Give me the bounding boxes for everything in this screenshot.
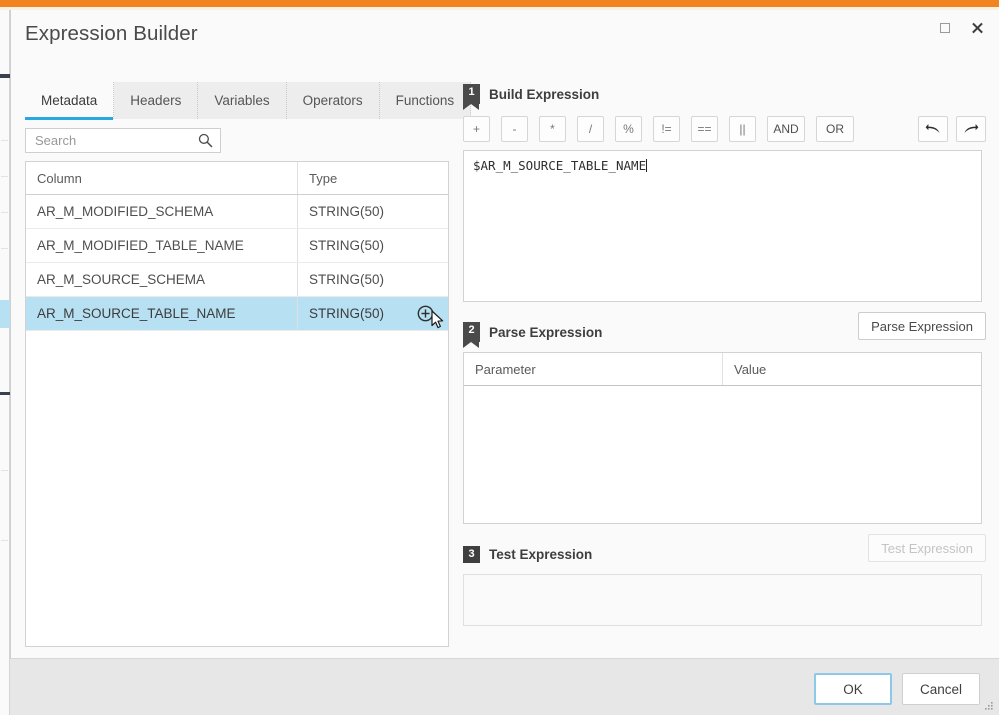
dialog-footer: OK Cancel <box>10 658 999 715</box>
top-accent-bar <box>0 0 999 7</box>
expression-builder-dialog: Expression Builder Metadata Headers Vari… <box>10 10 999 658</box>
search-input[interactable] <box>33 129 193 152</box>
metadata-panel: Metadata Headers Variables Operators Fun… <box>25 82 472 648</box>
operator-button-divide[interactable]: / <box>577 116 604 142</box>
tab-variables[interactable]: Variables <box>198 82 287 119</box>
background-app-strip <box>0 0 10 715</box>
parse-results-table: Parameter Value <box>463 352 982 524</box>
operator-button-or[interactable]: OR <box>816 116 854 142</box>
parse-expression-button[interactable]: Parse Expression <box>858 312 986 340</box>
operator-button-concat[interactable]: || <box>729 116 756 142</box>
tab-headers[interactable]: Headers <box>114 82 199 119</box>
page-title: Expression Builder <box>25 22 198 45</box>
ok-button[interactable]: OK <box>814 673 892 705</box>
dialog-title-bar: Expression Builder <box>11 10 999 68</box>
table-row[interactable]: AR_M_SOURCE_SCHEMA STRING(50) <box>26 263 448 297</box>
parse-results-header: Parameter Value <box>464 353 981 386</box>
step-2-badge: 2 <box>463 322 480 348</box>
table-row[interactable]: AR_M_MODIFIED_TABLE_NAME STRING(50) <box>26 229 448 263</box>
metadata-grid: Column Type AR_M_MODIFIED_SCHEMA STRING(… <box>25 161 449 647</box>
tab-bar: Metadata Headers Variables Operators Fun… <box>25 82 472 120</box>
column-header-column: Column <box>26 162 298 194</box>
expression-panel: 1 Build Expression + - * / % != == || AN… <box>463 82 986 648</box>
test-expression-action: Test Expression <box>868 534 986 562</box>
operator-button-and[interactable]: AND <box>767 116 805 142</box>
operator-button-multiply[interactable]: * <box>539 116 566 142</box>
close-icon <box>971 22 984 35</box>
expression-builder-screen: Expression Builder Metadata Headers Vari… <box>0 0 999 715</box>
test-expression-button[interactable]: Test Expression <box>868 534 986 562</box>
tab-metadata[interactable]: Metadata <box>25 82 115 120</box>
operator-button-not-equal[interactable]: != <box>653 116 680 142</box>
tab-variables-label: Variables <box>214 93 270 108</box>
search-icon[interactable] <box>198 133 213 148</box>
dialog-body: Metadata Headers Variables Operators Fun… <box>11 68 999 658</box>
tab-headers-label: Headers <box>130 93 182 108</box>
footer-buttons: OK Cancel <box>814 673 980 705</box>
operator-button-plus[interactable]: + <box>463 116 490 142</box>
tab-functions-label: Functions <box>395 93 455 108</box>
row-column-type: STRING(50) <box>309 204 385 219</box>
operator-button-equals[interactable]: == <box>691 116 718 142</box>
row-column-name: AR_M_MODIFIED_SCHEMA <box>26 195 298 228</box>
step-1-badge: 1 <box>463 84 480 110</box>
column-header-parameter: Parameter <box>464 353 723 385</box>
test-expression-header: 3 Test Expression Test Expression <box>463 534 986 566</box>
row-column-type: STRING(50) <box>309 238 385 253</box>
undo-button[interactable] <box>918 116 948 142</box>
test-result-area <box>463 574 982 626</box>
expression-text: $AR_M_SOURCE_TABLE_NAME <box>473 158 647 173</box>
build-expression-title: Build Expression <box>489 86 600 102</box>
maximize-icon <box>940 23 950 33</box>
build-expression-header: 1 Build Expression <box>463 82 986 110</box>
column-header-value: Value <box>734 361 767 377</box>
text-caret <box>646 159 648 172</box>
row-column-name: AR_M_SOURCE_SCHEMA <box>26 263 298 296</box>
expression-textarea[interactable]: $AR_M_SOURCE_TABLE_NAME <box>463 150 982 302</box>
tab-functions[interactable]: Functions <box>379 82 472 119</box>
parse-expression-header: 2 Parse Expression Parse Expression <box>463 312 986 348</box>
search-row <box>25 128 449 153</box>
close-button[interactable] <box>967 18 987 38</box>
search-box <box>25 128 221 153</box>
parse-expression-action: Parse Expression <box>858 312 986 340</box>
undo-arrow-icon <box>925 123 940 133</box>
tab-operators[interactable]: Operators <box>286 82 380 119</box>
operator-button-minus[interactable]: - <box>501 116 528 142</box>
test-expression-title: Test Expression <box>489 546 593 562</box>
history-controls <box>918 116 986 142</box>
row-column-name: AR_M_MODIFIED_TABLE_NAME <box>26 229 298 262</box>
window-controls <box>935 18 987 38</box>
operator-toolbar: + - * / % != == || AND OR <box>463 114 986 144</box>
cancel-button[interactable]: Cancel <box>902 673 980 705</box>
step-3-badge: 3 <box>463 545 480 563</box>
redo-arrow-icon <box>964 123 979 133</box>
table-row-selected[interactable]: AR_M_SOURCE_TABLE_NAME STRING(50) <box>26 297 448 331</box>
metadata-grid-header: Column Type <box>26 162 448 195</box>
row-column-name: AR_M_SOURCE_TABLE_NAME <box>26 297 298 330</box>
mouse-cursor-icon <box>431 310 444 329</box>
column-header-type: Type <box>309 170 338 186</box>
table-row[interactable]: AR_M_MODIFIED_SCHEMA STRING(50) <box>26 195 448 229</box>
resize-grip-icon[interactable] <box>983 700 995 712</box>
operator-button-modulo[interactable]: % <box>615 116 642 142</box>
maximize-button[interactable] <box>935 18 955 38</box>
redo-button[interactable] <box>956 116 986 142</box>
parse-expression-title: Parse Expression <box>489 324 603 340</box>
row-column-type: STRING(50) <box>309 272 385 287</box>
tab-metadata-label: Metadata <box>41 93 98 108</box>
tab-operators-label: Operators <box>302 93 363 108</box>
